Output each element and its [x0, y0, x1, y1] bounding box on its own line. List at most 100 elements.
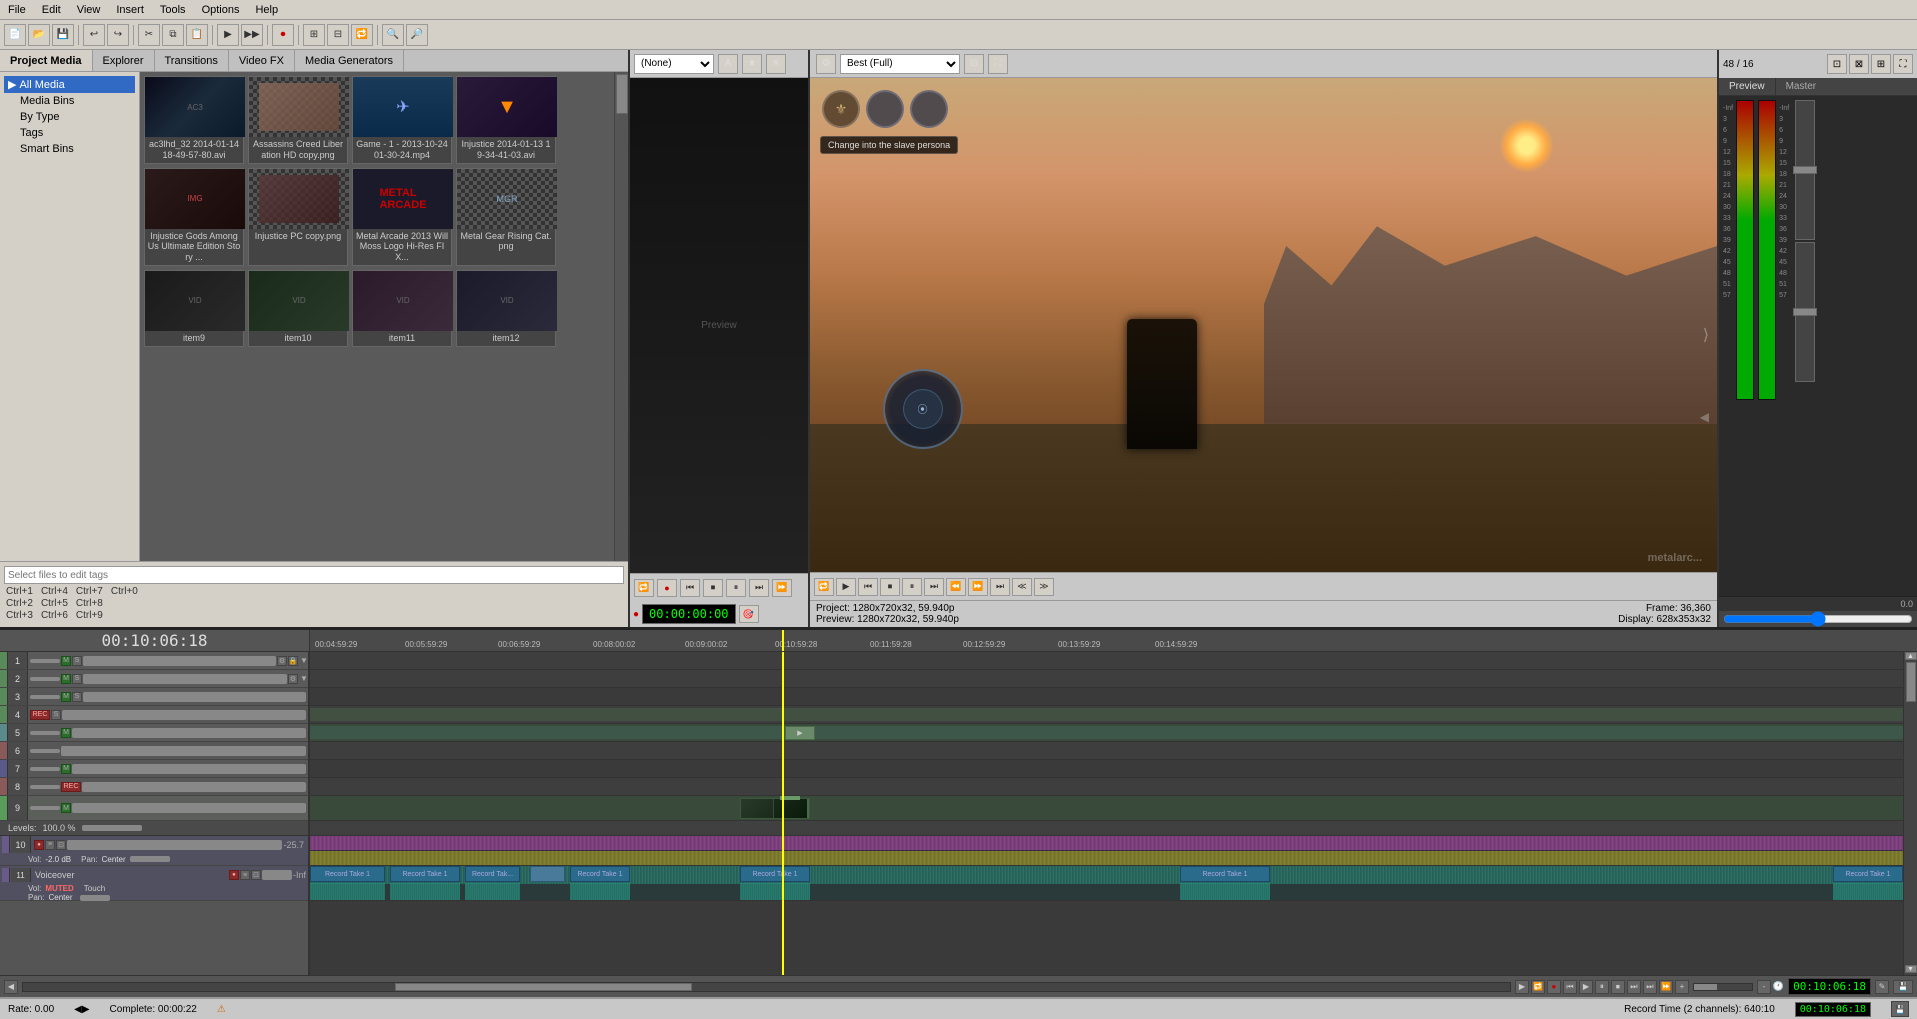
tab-preview[interactable]: Preview	[1719, 78, 1776, 95]
scroll-up-btn[interactable]: ▲	[1905, 652, 1917, 660]
track-fx-11[interactable]: ≡	[240, 870, 250, 880]
loop-button[interactable]: 🔁	[351, 24, 373, 46]
record-take-4[interactable]: Record Take 1	[570, 866, 630, 882]
tree-tags[interactable]: Tags	[16, 125, 135, 141]
media-item-6[interactable]: METALARCADE Metal Arcade 2013 Will Moss …	[352, 168, 452, 266]
track-fader-5[interactable]	[30, 731, 60, 735]
timecode-edit-btn[interactable]: 🎯	[739, 605, 759, 623]
redo-button[interactable]: ↪	[107, 24, 129, 46]
track-fx-2[interactable]: ⚙	[288, 674, 298, 684]
track-rec-8[interactable]: REC	[61, 782, 81, 792]
level-slider[interactable]	[82, 825, 142, 831]
media-item-9[interactable]: VID item10	[248, 270, 348, 347]
vu-btn-2[interactable]: ⊠	[1849, 54, 1869, 74]
tree-by-type[interactable]: By Type	[16, 109, 135, 125]
main-prev-frame[interactable]: ⏮	[858, 578, 878, 596]
track-volume-3[interactable]	[83, 692, 306, 702]
next-btn[interactable]: ⏭	[749, 579, 769, 597]
track-solo-1[interactable]: S	[72, 656, 82, 666]
main-fast-bwd[interactable]: ⏪	[946, 578, 966, 596]
stop-btn[interactable]: ⏹	[703, 579, 723, 597]
fader-left[interactable]	[1795, 100, 1815, 240]
media-item-10[interactable]: VID item11	[352, 270, 452, 347]
track-expand-2[interactable]: ▼	[300, 674, 308, 683]
tab-explorer[interactable]: Explorer	[93, 50, 155, 71]
track-pan-slider-11[interactable]	[80, 895, 110, 901]
loop-btn[interactable]: 🔁	[634, 579, 654, 597]
tl-fwd-btn[interactable]: ⏩	[1659, 980, 1673, 994]
speed-control[interactable]: ◀▶	[74, 1004, 89, 1015]
save-button[interactable]: 💾	[52, 24, 74, 46]
track-volume-7[interactable]	[72, 764, 306, 774]
tl-save-btn[interactable]: 💾	[1893, 980, 1913, 994]
fader-right[interactable]	[1795, 242, 1815, 382]
track-fader-7[interactable]	[30, 767, 60, 771]
track-volume-2[interactable]	[83, 674, 287, 684]
track-mute-1[interactable]: M	[61, 656, 71, 666]
scroll-down-btn[interactable]: ▼	[1905, 965, 1917, 973]
tab-media-generators[interactable]: Media Generators	[295, 50, 404, 71]
track-rec-11[interactable]: ●	[229, 870, 239, 880]
tl-timecode-edit[interactable]: ✎	[1875, 980, 1889, 994]
zoom-out-button[interactable]: 🔎	[406, 24, 428, 46]
record-take-3[interactable]: Record Tak...	[465, 866, 520, 882]
main-loop-btn[interactable]: 🔁	[814, 578, 834, 596]
tree-all-media[interactable]: ▶ All Media	[4, 76, 135, 93]
media-item-5[interactable]: Injustice PC copy.png	[248, 168, 348, 266]
track-mute-3[interactable]: M	[61, 692, 71, 702]
track-fx-1[interactable]: ⚙	[277, 656, 287, 666]
copy-button[interactable]: ⧉	[162, 24, 184, 46]
track-rec-4[interactable]: REC	[30, 710, 50, 720]
main-extra-1[interactable]: ≪	[1012, 578, 1032, 596]
preview-btn-1[interactable]: A	[718, 54, 738, 74]
render-region-button[interactable]: ▶▶	[241, 24, 263, 46]
track-fader-8[interactable]	[30, 785, 60, 789]
tl-end-btn[interactable]: ⏭	[1643, 980, 1657, 994]
tl-prev-btn[interactable]: ⏮	[1563, 980, 1577, 994]
track-mute-7[interactable]: M	[61, 764, 71, 774]
track-lock-1[interactable]: 🔒	[288, 656, 298, 666]
open-button[interactable]: 📂	[28, 24, 50, 46]
track-volume-6[interactable]	[61, 746, 306, 756]
menu-options[interactable]: Options	[194, 2, 248, 18]
hscroll-thumb[interactable]	[395, 983, 692, 991]
tags-input[interactable]	[4, 566, 624, 584]
record-button[interactable]: ⏺	[272, 24, 294, 46]
tl-pause-btn[interactable]: ⏸	[1595, 980, 1609, 994]
menu-file[interactable]: File	[0, 2, 34, 18]
media-item-4[interactable]: IMG Injustice Gods Among Us Ultimate Edi…	[144, 168, 244, 266]
track-volume-4[interactable]	[62, 710, 306, 720]
track-volume-8[interactable]	[82, 782, 306, 792]
tree-media-bins[interactable]: Media Bins	[16, 93, 135, 109]
track-expand-1[interactable]: ▼	[300, 656, 308, 665]
track-comp-10[interactable]: ⊡	[56, 840, 66, 850]
track-fader-6[interactable]	[30, 749, 60, 753]
status-save-btn[interactable]: 💾	[1891, 1001, 1909, 1017]
preview-none-dropdown[interactable]: (None)	[634, 54, 714, 74]
quality-dropdown[interactable]: Best (Full)	[840, 54, 960, 74]
main-play-btn[interactable]: ▶	[836, 578, 856, 596]
main-fast-fwd[interactable]: ⏩	[968, 578, 988, 596]
track-mute-5[interactable]: M	[61, 728, 71, 738]
scroll-left-btn[interactable]: ◀	[4, 980, 18, 994]
scroll-right-btn[interactable]: ▶	[1515, 980, 1529, 994]
track-volume-5[interactable]	[72, 728, 306, 738]
track-vol-10[interactable]	[67, 840, 282, 850]
fast-fwd[interactable]: ⏩	[772, 579, 792, 597]
track-solo-2[interactable]: S	[72, 674, 82, 684]
track-solo-3[interactable]: S	[72, 692, 82, 702]
tl-zoom-in[interactable]: +	[1675, 980, 1689, 994]
record-take-5[interactable]: Record Take 1	[740, 866, 810, 882]
tab-project-media[interactable]: Project Media	[0, 50, 93, 71]
main-pause-btn[interactable]: ⏸	[902, 578, 922, 596]
tab-transitions[interactable]: Transitions	[155, 50, 229, 71]
video-clip-9[interactable]	[740, 798, 810, 819]
vu-btn-1[interactable]: ⊡	[1827, 54, 1847, 74]
vu-master-slider[interactable]	[1723, 615, 1913, 623]
enable-snapping-button[interactable]: ⊞	[303, 24, 325, 46]
timeline-vscrollbar[interactable]: ▲ ▼	[1903, 652, 1917, 975]
tab-master[interactable]: Master	[1776, 78, 1827, 95]
media-item-11[interactable]: VID item12	[456, 270, 556, 347]
menu-insert[interactable]: Insert	[108, 2, 152, 18]
undo-button[interactable]: ↩	[83, 24, 105, 46]
